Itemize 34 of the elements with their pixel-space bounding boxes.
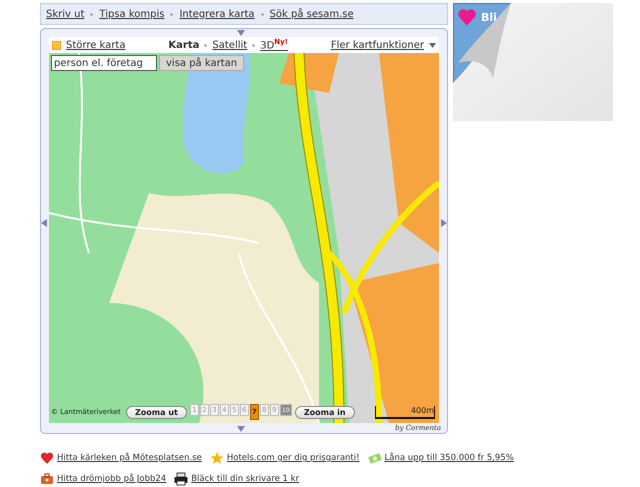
page-curl-drawing[interactable]: [453, 3, 613, 121]
promo-link[interactable]: Hotels.com ger dig prisgaranti!: [226, 453, 360, 463]
separator-dot: [252, 44, 256, 46]
separator-dot: [260, 12, 264, 16]
top-link[interactable]: Skriv ut: [46, 8, 84, 20]
promo-link[interactable]: Hitta kärleken på Mötesplatsen.se: [57, 453, 202, 463]
scale-bar: 400m: [375, 406, 435, 418]
top-link[interactable]: Sök på sesam.se: [270, 8, 354, 20]
search-field[interactable]: person el. företag: [51, 55, 157, 71]
separator-dot: [90, 12, 94, 16]
caret-icon: [429, 42, 436, 48]
show-on-map-button[interactable]: visa på kartan: [159, 55, 244, 71]
more-map-functions-link[interactable]: Fler kartfunktioner: [330, 40, 424, 50]
separator-dot: [204, 44, 208, 46]
view-tab[interactable]: Karta: [168, 40, 200, 50]
pan-left-icon[interactable]: [41, 219, 47, 227]
money-icon: [368, 451, 382, 465]
promo-link[interactable]: Hitta drömjobb på Jobb24: [57, 474, 166, 484]
separator-dot: [170, 12, 174, 16]
briefcase-icon: [40, 472, 54, 486]
pan-down-icon[interactable]: [237, 426, 245, 432]
view-tab[interactable]: Satellit: [212, 40, 248, 50]
larger-map-link[interactable]: Större karta: [66, 40, 126, 50]
top-link[interactable]: Integrera karta: [179, 8, 255, 20]
promo-link[interactable]: Låna upp till 350.000 fr 5,95%: [384, 453, 514, 463]
heart-icon: [456, 7, 478, 27]
map-square-icon: [52, 40, 61, 50]
zoom-out-button[interactable]: Zooma ut: [126, 406, 187, 418]
top-link[interactable]: Tipsa kompis: [99, 8, 164, 20]
star-icon: [210, 451, 224, 465]
promo-link[interactable]: Bläck till din skrivare 1 kr: [191, 474, 300, 484]
pan-right-icon[interactable]: [441, 219, 447, 227]
view-tab[interactable]: 3D$^{Ny!}$: [260, 38, 288, 52]
heart-icon: [40, 451, 54, 465]
